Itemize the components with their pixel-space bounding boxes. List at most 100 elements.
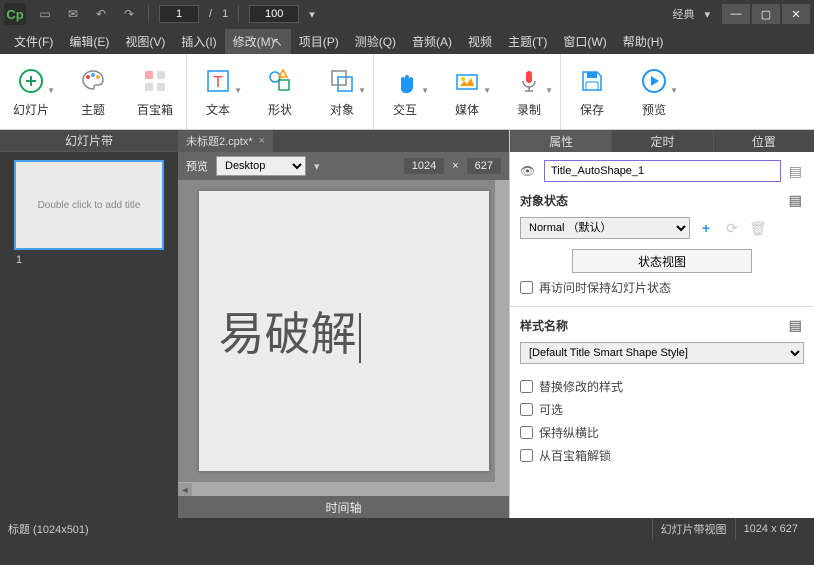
ribbon-record[interactable]: ▼ 录制 — [498, 54, 560, 129]
label: 预览 — [642, 101, 666, 118]
section-objectstate: 对象状态 — [520, 192, 568, 209]
page-total: 1 — [222, 8, 228, 20]
vertical-scrollbar[interactable] — [495, 180, 509, 482]
times-label: × — [452, 160, 458, 172]
maximize-button[interactable]: ▢ — [752, 4, 780, 24]
status-view[interactable]: 幻灯片带视图 — [652, 518, 735, 540]
separator — [148, 5, 149, 23]
page-separator: / — [209, 8, 212, 20]
label: 形状 — [268, 101, 292, 118]
redo-icon[interactable]: ↷ — [120, 5, 138, 23]
page-current-input[interactable] — [159, 5, 199, 23]
menu-video[interactable]: 视频 — [460, 29, 500, 54]
media-icon: ▼ — [451, 65, 483, 97]
visibility-icon[interactable]: 👁 — [520, 164, 538, 178]
section-menu-icon[interactable]: ▤ — [787, 192, 804, 209]
close-button[interactable]: ✕ — [782, 4, 810, 24]
slides-icon: ▼ — [15, 65, 47, 97]
style-select[interactable]: [Default Title Smart Shape Style] — [520, 342, 804, 364]
scroll-left-icon[interactable]: ◄ — [178, 483, 192, 497]
menu-file[interactable]: 文件(F) — [6, 29, 61, 54]
text-icon: T▼ — [202, 65, 234, 97]
ribbon-objects[interactable]: ▼ 对象 — [311, 54, 373, 129]
menu-modify[interactable]: 修改(M)↖ — [225, 29, 291, 54]
title-text[interactable]: 易破解 — [219, 298, 361, 364]
menu-insert[interactable]: 插入(I) — [173, 29, 224, 54]
slide-canvas[interactable]: 易破解 — [199, 191, 489, 471]
label: 百宝箱 — [137, 101, 173, 118]
ribbon-assets[interactable]: 百宝箱 — [124, 54, 186, 129]
cb-revisit[interactable]: 再访问时保持幻灯片状态 — [520, 279, 804, 296]
section-menu-icon[interactable]: ▤ — [787, 317, 804, 334]
tab-properties[interactable]: 属性 — [510, 130, 611, 152]
state-select[interactable]: Normal （默认） — [520, 217, 690, 239]
layout-icon[interactable]: ▭ — [36, 5, 54, 23]
label: 录制 — [517, 101, 541, 118]
workspace-label[interactable]: 经典 — [672, 6, 694, 22]
ribbon-preview[interactable]: ▼ 预览 — [623, 54, 685, 129]
timeline-tab[interactable]: 时间轴 — [178, 496, 509, 518]
cb-aspect[interactable]: 保持纵横比 — [520, 424, 804, 441]
label: 幻灯片 — [13, 101, 49, 118]
horizontal-scrollbar[interactable]: ◄ — [178, 482, 509, 496]
add-state-icon[interactable]: + — [696, 218, 716, 238]
label: 文本 — [206, 101, 230, 118]
menu-window[interactable]: 窗口(W) — [555, 29, 614, 54]
device-select[interactable]: Desktop — [216, 156, 306, 176]
slide-thumbnail[interactable]: Double click to add title — [14, 160, 164, 250]
label: 保存 — [580, 101, 604, 118]
ribbon-save[interactable]: 保存 — [561, 54, 623, 129]
ribbon-text[interactable]: T▼ 文本 — [187, 54, 249, 129]
object-name-input[interactable] — [544, 160, 781, 182]
cb-unlock[interactable]: 从百宝箱解锁 — [520, 447, 804, 464]
ribbon-shapes[interactable]: 形状 — [249, 54, 311, 129]
objects-icon: ▼ — [326, 65, 358, 97]
ribbon-themes[interactable]: 主题 — [62, 54, 124, 129]
zoom-input[interactable] — [249, 5, 299, 23]
tab-timing[interactable]: 定时 — [611, 130, 712, 152]
caret-icon: ▼ — [670, 86, 678, 95]
undo-icon[interactable]: ↶ — [92, 5, 110, 23]
workspace-caret-icon[interactable]: ▾ — [704, 8, 710, 21]
caret-icon: ▼ — [234, 86, 242, 95]
save-icon — [576, 65, 608, 97]
divider — [510, 306, 814, 307]
ribbon-interactions[interactable]: ▼ 交互 — [374, 54, 436, 129]
app-logo: Cp — [4, 3, 26, 25]
label: 对象 — [330, 101, 354, 118]
mail-icon[interactable]: ✉ — [64, 5, 82, 23]
state-view-button[interactable]: 状态视图 — [572, 249, 752, 273]
status-object: 标题 (1024x501) — [8, 521, 89, 537]
menu-theme[interactable]: 主题(T) — [500, 29, 555, 54]
cb-replace[interactable]: 替换修改的样式 — [520, 378, 804, 395]
thumb-placeholder: Double click to add title — [38, 200, 141, 211]
zoom-caret-icon[interactable]: ▾ — [309, 8, 315, 21]
caret-icon: ▼ — [47, 86, 55, 95]
menu-help[interactable]: 帮助(H) — [615, 29, 672, 54]
cb-optional[interactable]: 可选 — [520, 401, 804, 418]
play-icon: ▼ — [638, 65, 670, 97]
canvas-width: 1024 — [404, 158, 444, 174]
grid-icon — [139, 65, 171, 97]
doc-name: 未标题2.cptx* — [186, 133, 253, 149]
caret-icon: ▼ — [421, 86, 429, 95]
menu-edit[interactable]: 编辑(E) — [61, 29, 117, 54]
status-dims: 1024 x 627 — [735, 518, 806, 540]
mic-icon: ▼ — [513, 65, 545, 97]
close-tab-icon[interactable]: × — [259, 135, 265, 147]
menu-project[interactable]: 项目(P) — [291, 29, 347, 54]
label: 主题 — [81, 101, 105, 118]
section-stylename: 样式名称 — [520, 317, 568, 334]
document-tab[interactable]: 未标题2.cptx* × — [178, 130, 273, 152]
panel-menu-icon[interactable]: ▤ — [787, 163, 804, 180]
tab-position[interactable]: 位置 — [713, 130, 814, 152]
menu-quiz[interactable]: 测验(Q) — [347, 29, 404, 54]
menu-view[interactable]: 视图(V) — [117, 29, 173, 54]
minimize-button[interactable]: — — [722, 4, 750, 24]
ribbon-media[interactable]: ▼ 媒体 — [436, 54, 498, 129]
preview-label: 预览 — [186, 158, 208, 174]
dropdown-icon[interactable]: ▾ — [314, 160, 320, 173]
ribbon-slides[interactable]: ▼ 幻灯片 — [0, 54, 62, 129]
menu-audio[interactable]: 音频(A) — [404, 29, 460, 54]
filmstrip-tab[interactable]: 幻灯片带 — [0, 130, 178, 152]
